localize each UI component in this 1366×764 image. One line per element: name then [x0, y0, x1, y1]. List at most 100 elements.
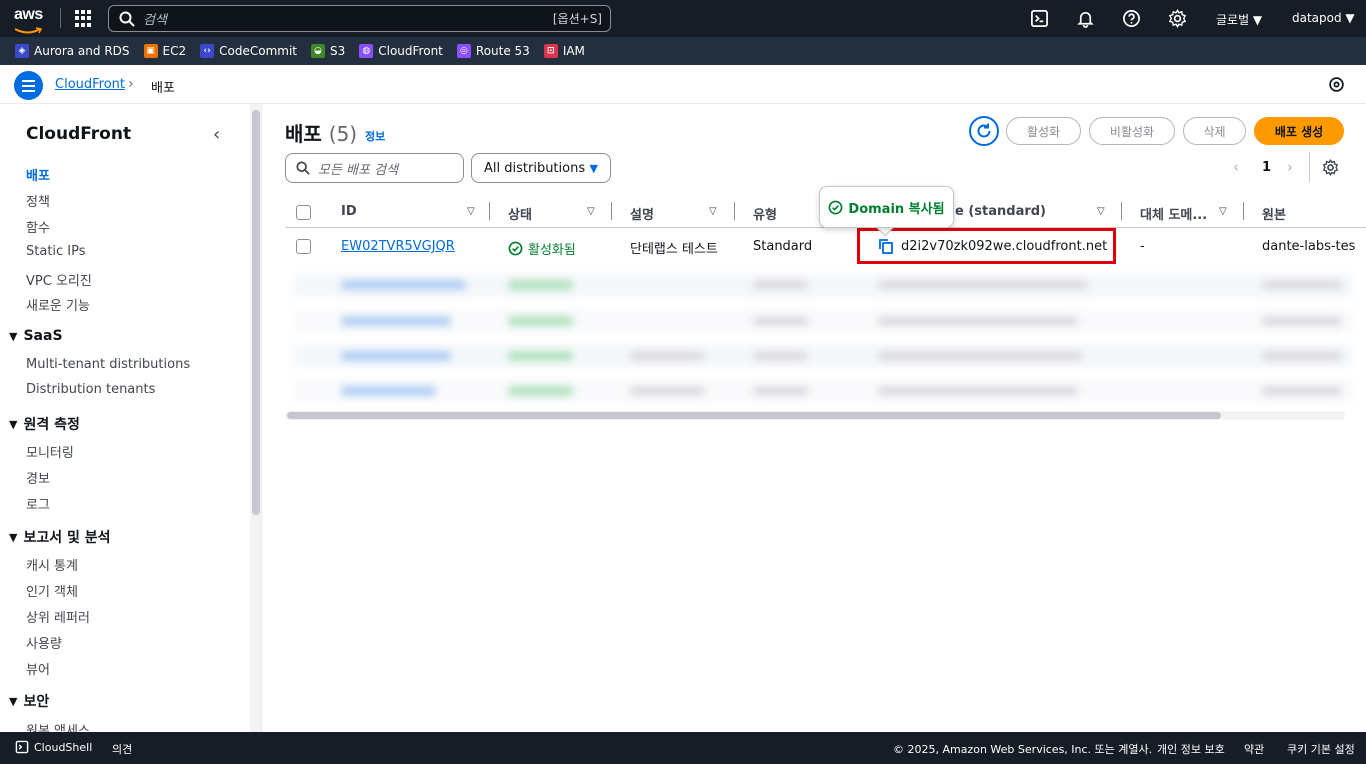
column-header-alternate-domain[interactable]: 대체 도메...	[1140, 204, 1207, 223]
caret-down-icon: ▼	[9, 417, 18, 431]
description-cell: 단테랩스 테스트	[630, 242, 718, 257]
sidebar-item-monitoring[interactable]: 모니터링	[26, 442, 74, 461]
column-header-id[interactable]: ID	[341, 204, 357, 219]
sidebar-item-top-referrers[interactable]: 상위 레퍼러	[26, 607, 90, 626]
aws-logo[interactable]: aws	[14, 6, 48, 34]
cloudshell-button[interactable]: CloudShell	[15, 740, 92, 754]
sort-icon[interactable]: ▽	[709, 206, 717, 217]
column-divider[interactable]	[1243, 202, 1244, 220]
page-settings-icon[interactable]	[1328, 76, 1345, 93]
copied-tooltip: Domain 복사됨	[819, 186, 954, 228]
table-row[interactable]: EW02TVR5VGJQR 활성화됨 단테랩스 테스트 Standard d2i…	[285, 228, 1366, 264]
info-link[interactable]: 정보	[365, 128, 385, 144]
favorite-label: Aurora and RDS	[34, 44, 130, 58]
refresh-button[interactable]	[969, 116, 999, 146]
sidebar-section-reports[interactable]: ▼ 보고서 및 분석	[9, 527, 111, 547]
select-all-checkbox[interactable]	[296, 205, 311, 220]
column-header-description[interactable]: 설명	[630, 204, 654, 223]
sort-icon[interactable]: ▽	[467, 206, 475, 217]
sidebar-item-logs[interactable]: 로그	[26, 494, 50, 513]
favorite-aurora-rds[interactable]: ◈ Aurora and RDS	[15, 44, 130, 58]
sidebar-item-functions[interactable]: 함수	[26, 217, 50, 236]
side-nav-toggle-button[interactable]	[14, 71, 43, 100]
sidebar-section-telemetry[interactable]: ▼ 원격 측정	[9, 414, 80, 434]
chevron-right-icon: ›	[128, 76, 134, 92]
feedback-link[interactable]: 의견	[112, 741, 132, 757]
region-selector[interactable]: 글로벌 ▼	[1216, 11, 1262, 28]
main-content: 배포 (5) 정보 활성화 비활성화 삭제 배포 생성 모든 배포 검색 All…	[263, 104, 1366, 732]
settings-gear-icon[interactable]	[1168, 9, 1187, 28]
sidebar-item-vpc-origins[interactable]: VPC 오리진	[26, 270, 92, 289]
sidebar-scrollbar[interactable]	[250, 104, 262, 732]
sidebar-item-distribution-tenants[interactable]: Distribution tenants	[26, 382, 155, 397]
favorite-label: IAM	[562, 44, 585, 58]
scrollbar-thumb[interactable]	[287, 412, 1221, 419]
breadcrumb-cloudfront-link[interactable]: CloudFront	[55, 77, 125, 92]
column-divider[interactable]	[611, 202, 612, 220]
cloudshell-icon[interactable]	[1030, 9, 1049, 28]
sidebar-section-security[interactable]: ▼ 보안	[9, 691, 49, 711]
header-label: 설명	[630, 208, 654, 223]
favorite-s3[interactable]: ◒ S3	[310, 44, 345, 58]
sidebar-item-alarms[interactable]: 경보	[26, 468, 50, 487]
sidebar-item-popular-objects[interactable]: 인기 객체	[26, 581, 78, 600]
row-checkbox[interactable]	[296, 239, 311, 254]
column-header-origin[interactable]: 원본	[1262, 204, 1286, 223]
status-text: 활성화됨	[528, 243, 576, 258]
account-menu[interactable]: datapod ▼	[1292, 11, 1355, 25]
services-grid-icon[interactable]	[75, 10, 92, 27]
sidebar-item-viewers[interactable]: 뷰어	[26, 659, 50, 678]
cookie-preferences-link[interactable]: 쿠키 기본 설정	[1287, 741, 1355, 757]
favorite-cloudfront[interactable]: ◍ CloudFront	[359, 44, 443, 58]
pager-divider	[1309, 152, 1310, 182]
terms-link[interactable]: 약관	[1244, 741, 1264, 757]
sort-icon[interactable]: ▽	[1219, 206, 1227, 217]
enable-button[interactable]: 활성화	[1006, 117, 1081, 145]
column-divider[interactable]	[1121, 202, 1122, 220]
privacy-link[interactable]: 개인 정보 보호	[1157, 741, 1225, 757]
column-divider[interactable]	[734, 202, 735, 220]
column-divider[interactable]	[489, 202, 490, 220]
help-icon[interactable]	[1122, 9, 1141, 28]
column-header-domain[interactable]: e (standard)	[955, 204, 1046, 219]
scrollbar-thumb[interactable]	[252, 110, 260, 515]
notifications-bell-icon[interactable]	[1076, 9, 1095, 28]
sidebar-item-whats-new[interactable]: 새로운 기능	[26, 295, 90, 314]
distribution-search-input[interactable]: 모든 배포 검색	[285, 153, 464, 183]
table-preferences-gear-icon[interactable]	[1322, 159, 1339, 176]
delete-button[interactable]: 삭제	[1183, 117, 1246, 145]
column-header-type[interactable]: 유형	[753, 204, 777, 223]
sidebar-item-multi-tenant[interactable]: Multi-tenant distributions	[26, 357, 190, 372]
create-distribution-button[interactable]: 배포 생성	[1254, 117, 1344, 145]
favorites-bar: ◈ Aurora and RDS ▣ EC2 ‹› CodeCommit ◒ S3 ◍ C…	[0, 37, 1366, 65]
disable-button[interactable]: 비활성화	[1089, 117, 1175, 145]
sort-icon[interactable]: ▽	[1097, 206, 1105, 217]
distribution-id-link[interactable]: EW02TVR5VGJQR	[341, 239, 455, 254]
favorite-ec2[interactable]: ▣ EC2	[143, 44, 186, 58]
column-header-status[interactable]: 상태	[508, 204, 532, 223]
favorite-iam[interactable]: ⊡ IAM	[543, 44, 585, 58]
sidebar-item-usage[interactable]: 사용량	[26, 633, 62, 652]
distribution-filter-select[interactable]: All distributions ▼	[471, 153, 611, 183]
sidebar-item-static-ips[interactable]: Static IPs	[26, 244, 86, 259]
favorite-route53[interactable]: ◎ Route 53	[456, 44, 530, 58]
type-cell: Standard	[753, 239, 813, 254]
favorite-label: CloudFront	[378, 44, 443, 58]
page-number[interactable]: 1	[1262, 160, 1271, 175]
table-horizontal-scrollbar[interactable]	[285, 411, 1345, 420]
sidebar-item-policies[interactable]: 정책	[26, 191, 50, 210]
sidebar-item-distributions[interactable]: 배포	[26, 165, 50, 184]
sidebar-section-saas[interactable]: ▼ SaaS	[9, 328, 63, 344]
next-page-icon[interactable]: ›	[1287, 158, 1293, 176]
previous-page-icon[interactable]: ‹	[1233, 158, 1239, 176]
favorite-codecommit[interactable]: ‹› CodeCommit	[200, 44, 297, 58]
close-sidebar-icon[interactable]: ‹	[213, 124, 220, 145]
sort-icon[interactable]: ▽	[587, 206, 595, 217]
favorite-label: Route 53	[475, 44, 530, 58]
sidebar-item-origin-access[interactable]: 원본 액세스	[26, 720, 90, 732]
distribution-count: (5)	[328, 122, 358, 146]
sidebar-item-cache-stats[interactable]: 캐시 통계	[26, 555, 78, 574]
favorite-label: CodeCommit	[219, 44, 297, 58]
global-search-input[interactable]: 검색 [옵션+S]	[108, 5, 611, 32]
copyright-text: © 2025, Amazon Web Services, Inc. 또는 계열사…	[893, 743, 1153, 756]
